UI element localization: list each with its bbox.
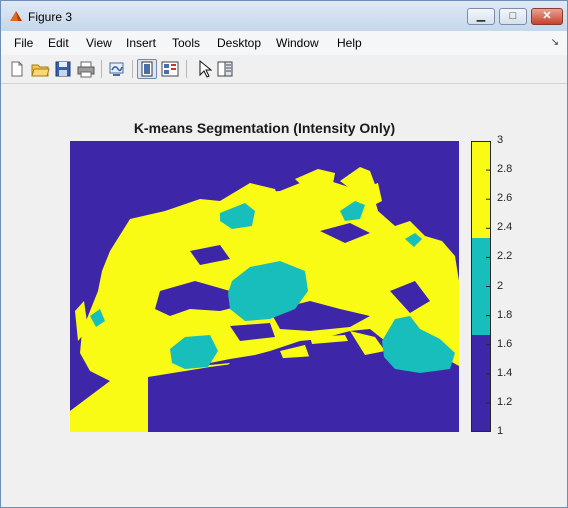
hide-plot-tools-icon[interactable] (137, 59, 157, 79)
menu-view[interactable]: View (86, 36, 112, 50)
plot-title: K-means Segmentation (Intensity Only) (133, 120, 396, 136)
close-icon: ✕ (542, 10, 552, 22)
property-editor-icon[interactable] (215, 59, 235, 79)
maximize-icon: □ (509, 10, 517, 22)
segmentation-image (70, 141, 459, 432)
colorbar-tick-label: 2.6 (497, 192, 513, 205)
colorbar (471, 141, 491, 432)
colorbar-tick-label: 2.4 (497, 221, 513, 234)
print-icon[interactable] (76, 59, 96, 79)
colorbar-tick-label: 2.8 (497, 163, 513, 176)
colorbar-segment-3 (471, 141, 491, 238)
colorbar-tick-label: 3 (497, 134, 504, 146)
title-bar[interactable]: Figure 3 ▁ □ ✕ (1, 1, 567, 31)
menu-desktop[interactable]: Desktop (217, 36, 261, 50)
colorbar-tick-label: 1.6 (497, 337, 513, 350)
minimize-button[interactable]: ▁ (467, 8, 495, 25)
toolbar-separator (132, 60, 133, 78)
menu-file[interactable]: File (14, 36, 33, 50)
colorbar-tick-label: 1 (497, 425, 504, 437)
toolbar-separator (186, 60, 187, 78)
minimize-icon: ▁ (476, 10, 486, 22)
open-file-icon[interactable] (30, 59, 50, 79)
figure-window: Figure 3 ▁ □ ✕ File Edit View Insert Too… (0, 0, 568, 508)
menu-tools[interactable]: Tools (172, 36, 200, 50)
show-plot-tools-icon[interactable] (160, 59, 180, 79)
colorbar-segment-1 (471, 335, 491, 432)
edit-plot-pointer-icon[interactable] (194, 59, 214, 79)
menu-bar: File Edit View Insert Tools Desktop Wind… (1, 31, 567, 55)
figure-toolbar (1, 55, 567, 84)
save-icon[interactable] (53, 59, 73, 79)
menu-help[interactable]: Help (337, 36, 362, 50)
link-plot-icon[interactable] (107, 59, 127, 79)
menu-insert[interactable]: Insert (126, 36, 156, 50)
matlab-logo-icon (10, 11, 22, 21)
window-title: Figure 3 (28, 10, 73, 24)
menu-window[interactable]: Window (276, 36, 319, 50)
colorbar-tick-label: 1.2 (497, 395, 513, 408)
new-figure-icon[interactable] (7, 59, 27, 79)
close-button[interactable]: ✕ (531, 8, 563, 25)
menu-edit[interactable]: Edit (48, 36, 69, 50)
dock-arrow-icon[interactable]: ↘ (551, 37, 559, 48)
colorbar-tick-label: 1.4 (497, 366, 513, 379)
colorbar-tick-label: 1.8 (497, 308, 513, 321)
maximize-button[interactable]: □ (499, 8, 527, 25)
toolbar-separator (101, 60, 102, 78)
colorbar-tick-label: 2.2 (497, 250, 513, 263)
colorbar-tick-label: 2 (497, 279, 504, 292)
